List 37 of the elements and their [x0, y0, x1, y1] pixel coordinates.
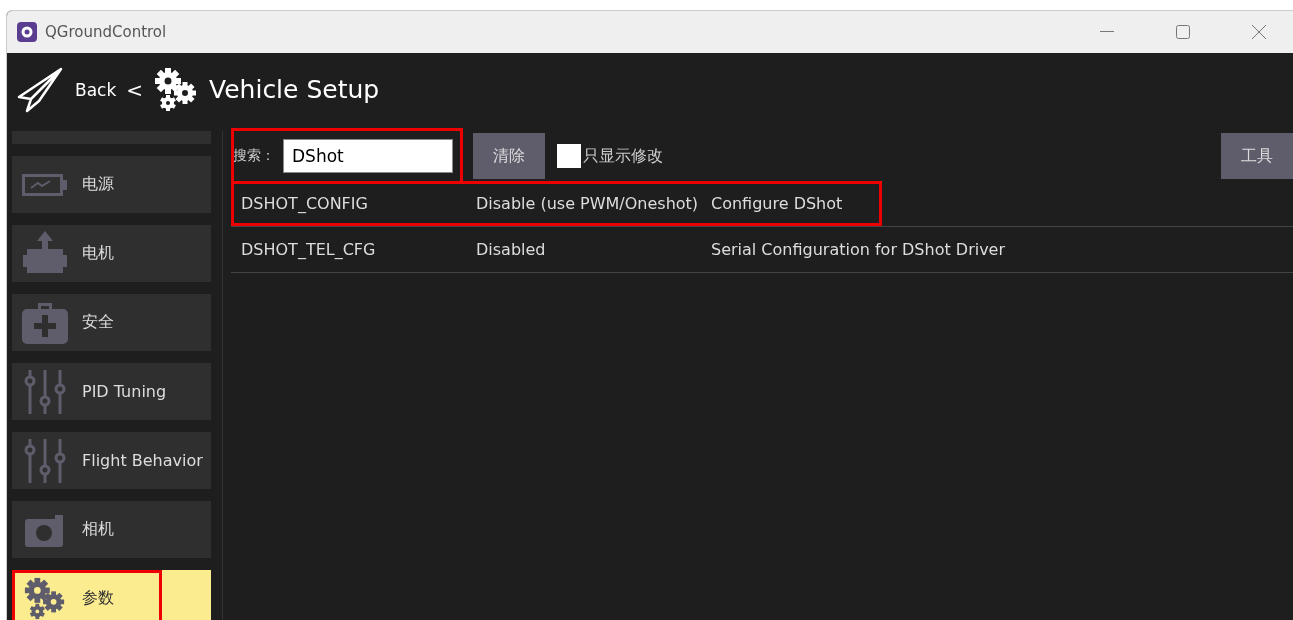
table-cell-text: Disable (use PWM/Oneshot)	[476, 194, 700, 213]
app-logo-icon	[17, 22, 37, 42]
sliders-icon	[24, 368, 66, 415]
close-icon	[1252, 25, 1266, 39]
battery-icon	[22, 173, 68, 196]
maximize-icon	[1176, 25, 1190, 39]
checkbox-label: 只显示修改	[583, 145, 663, 167]
breadcrumb-separator: <	[126, 77, 144, 102]
sidebar-item[interactable]: 安全	[12, 294, 211, 351]
sliders-icon	[24, 437, 66, 484]
search-field[interactable]: DShot	[283, 139, 453, 173]
table-cell-text: DSHOT_TEL_CFG	[241, 240, 377, 259]
table-row[interactable]: DSHOT_TEL_CFG Disabled Serial Configuration for DShot Driver	[231, 227, 1293, 273]
sidebar-item[interactable]: PID Tuning	[12, 363, 211, 420]
sidebar-item[interactable]: 电机	[12, 225, 211, 282]
clear-button[interactable]: 清除	[473, 133, 545, 179]
highlight-frame: 参数	[12, 570, 162, 620]
first-aid-kit-icon	[22, 300, 68, 345]
table-cell-text: DSHOT_CONFIG	[241, 194, 369, 213]
sidebar-item[interactable]: Flight Behavior	[12, 432, 211, 489]
paper-plane-icon	[17, 66, 63, 113]
table-cell-text: Disabled	[476, 240, 547, 259]
window-title: QGroundControl	[45, 23, 168, 41]
checkbox[interactable]	[557, 144, 581, 168]
table-row[interactable]: DSHOT_CONFIG Disable (use PWM/Oneshot) Configure DShot	[231, 181, 1293, 227]
tools-button[interactable]: 工具	[1221, 133, 1293, 179]
gears-icon	[23, 576, 67, 620]
page-title: Vehicle Setup	[209, 75, 380, 104]
sidebar-item[interactable]: 相机	[12, 501, 211, 558]
camera-icon	[25, 512, 65, 547]
table-cell: Serial Configuration for DShot Driver	[711, 240, 1006, 259]
search-label: 搜索：	[233, 147, 275, 165]
sidebar-item[interactable]: 参数	[12, 570, 211, 620]
sidebar-item[interactable]: 电源	[12, 156, 211, 213]
minimize-icon	[1100, 31, 1114, 33]
back-button[interactable]: Back	[17, 66, 117, 113]
table-cell: Configure DShot	[711, 194, 843, 213]
